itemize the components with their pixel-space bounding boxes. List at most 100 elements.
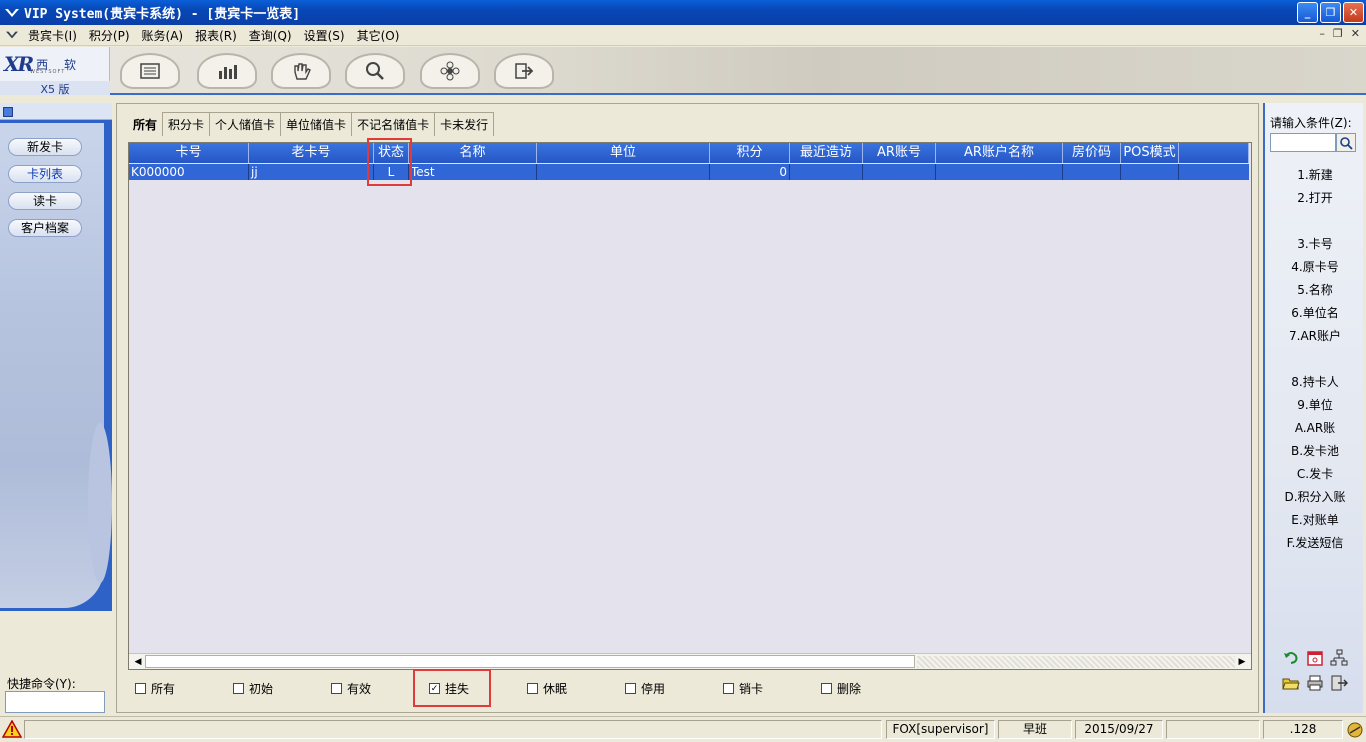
filter-deleted[interactable]: 删除 (821, 680, 861, 697)
window-title: VIP System(贵宾卡系统) - [贵宾卡一览表] (24, 7, 301, 22)
menu-query[interactable]: 查询(Q) (243, 27, 298, 44)
menu-other[interactable]: 其它(O) (351, 27, 406, 44)
action-statement[interactable]: E.对账单 (1265, 511, 1365, 528)
tab-personal-stored-value[interactable]: 个人储值卡 (209, 112, 282, 136)
tool-exit-button[interactable] (494, 53, 554, 89)
search-condition-input[interactable] (1270, 133, 1336, 152)
cell-ar-account (863, 164, 936, 180)
checkbox[interactable] (331, 683, 342, 694)
tool-chart-button[interactable] (197, 53, 257, 89)
col-points[interactable]: 积分 (710, 143, 790, 163)
logo-area: XR 西 软 WESTSOFT X5 版 (0, 47, 110, 96)
horizontal-scrollbar[interactable]: ◀ ▶ (129, 653, 1251, 669)
mdi-close-button[interactable]: ✕ (1351, 27, 1360, 40)
tab-unissued[interactable]: 卡未发行 (434, 112, 495, 136)
action-company-name[interactable]: 6.单位名 (1265, 304, 1365, 321)
card-grid[interactable]: 卡号 老卡号 状态 名称 单位 积分 最近造访 AR账号 AR账户名称 房价码 … (128, 142, 1252, 670)
nav-new-card[interactable]: 新发卡 (8, 138, 82, 156)
action-new[interactable]: 1.新建 (1265, 166, 1365, 183)
action-original-card-no[interactable]: 4.原卡号 (1265, 258, 1365, 275)
action-ar-ledger[interactable]: A.AR账 (1265, 419, 1365, 436)
col-ar-account[interactable]: AR账号 (863, 143, 936, 163)
tool-list-button[interactable] (120, 53, 180, 89)
action-ar-account[interactable]: 7.AR账户 (1265, 327, 1365, 344)
nav-customer-profile[interactable]: 客户档案 (8, 219, 82, 237)
filter-cancelled[interactable]: 销卡 (723, 680, 763, 697)
minimize-button[interactable]: _ (1297, 2, 1318, 23)
filter-valid[interactable]: 有效 (331, 680, 371, 697)
cell-last-visit (790, 164, 863, 180)
left-nav-panel: 新发卡 卡列表 读卡 客户档案 (0, 123, 112, 608)
col-ar-account-name[interactable]: AR账户名称 (936, 143, 1063, 163)
action-company[interactable]: 9.单位 (1265, 396, 1365, 413)
tab-company-stored-value[interactable]: 单位储值卡 (280, 112, 353, 136)
col-old-card-no[interactable]: 老卡号 (249, 143, 374, 163)
status-filters: 所有 初始 有效 ✓ 挂失 休眠 停用 销卡 删除 (135, 680, 1245, 700)
action-points-posting[interactable]: D.积分入账 (1265, 488, 1365, 505)
cell-company (537, 164, 710, 180)
action-open[interactable]: 2.打开 (1265, 189, 1365, 206)
col-rate-code[interactable]: 房价码 (1063, 143, 1121, 163)
close-button[interactable]: ✕ (1343, 2, 1364, 23)
col-card-no[interactable]: 卡号 (129, 143, 249, 163)
restore-button[interactable]: ❐ (1320, 2, 1341, 23)
menu-app-icon[interactable] (4, 27, 20, 43)
action-card-pool[interactable]: B.发卡池 (1265, 442, 1365, 459)
quick-command-input[interactable] (5, 691, 105, 713)
filter-suspended[interactable]: 停用 (625, 680, 665, 697)
cell-rate-code (1063, 164, 1121, 180)
menu-settings[interactable]: 设置(S) (298, 27, 351, 44)
menu-points[interactable]: 积分(P) (83, 27, 136, 44)
nav-card-list[interactable]: 卡列表 (8, 165, 82, 183)
action-issue-card[interactable]: C.发卡 (1265, 465, 1365, 482)
tool-flower-button[interactable] (420, 53, 480, 89)
cell-pos-mode (1121, 164, 1179, 180)
nav-read-card[interactable]: 读卡 (8, 192, 82, 210)
scroll-left-icon[interactable]: ◀ (131, 655, 145, 669)
exit-icon[interactable] (1329, 673, 1349, 693)
checkbox[interactable] (135, 683, 146, 694)
table-row[interactable]: K000000 jj L Test 0 (129, 164, 1249, 180)
network-icon (1347, 722, 1363, 738)
title-bar: VIP System(贵宾卡系统) - [贵宾卡一览表] _ ❐ ✕ (0, 0, 1366, 25)
checkbox[interactable] (625, 683, 636, 694)
cell-name: Test (409, 164, 537, 180)
action-send-sms[interactable]: F.发送短信 (1265, 534, 1365, 551)
action-card-no[interactable]: 3.卡号 (1265, 235, 1365, 252)
menu-vipcard[interactable]: 贵宾卡(I) (22, 27, 83, 44)
tree-icon[interactable] (1329, 648, 1349, 668)
scroll-right-icon[interactable]: ▶ (1235, 655, 1249, 669)
filter-initial[interactable]: 初始 (233, 680, 273, 697)
folder-open-icon[interactable] (1281, 673, 1301, 693)
grid-header: 卡号 老卡号 状态 名称 单位 积分 最近造访 AR账号 AR账户名称 房价码 … (129, 143, 1249, 163)
checkbox[interactable] (821, 683, 832, 694)
calendar-icon[interactable] (1305, 648, 1325, 668)
tab-anonymous-stored-value[interactable]: 不记名储值卡 (351, 112, 436, 136)
checkbox[interactable] (527, 683, 538, 694)
col-last-visit[interactable]: 最近造访 (790, 143, 863, 163)
scroll-thumb[interactable] (145, 655, 915, 668)
mdi-restore-button[interactable]: ❐ (1333, 27, 1343, 40)
mdi-minimize-button[interactable]: – (1319, 27, 1325, 40)
action-name[interactable]: 5.名称 (1265, 281, 1365, 298)
checkbox[interactable] (723, 683, 734, 694)
tool-search-button[interactable] (345, 53, 405, 89)
col-pos-mode[interactable]: POS模式 (1121, 143, 1179, 163)
undo-icon[interactable] (1281, 648, 1301, 668)
checkbox[interactable] (233, 683, 244, 694)
col-company[interactable]: 单位 (537, 143, 710, 163)
action-cardholder[interactable]: 8.持卡人 (1265, 373, 1365, 390)
collapse-icon[interactable] (3, 107, 13, 117)
tool-hand-button[interactable] (271, 53, 331, 89)
print-icon[interactable] (1305, 673, 1325, 693)
col-name[interactable]: 名称 (409, 143, 537, 163)
filter-all[interactable]: 所有 (135, 680, 175, 697)
menu-reports[interactable]: 报表(R) (189, 27, 243, 44)
chart-icon (219, 65, 237, 79)
filter-dormant[interactable]: 休眠 (527, 680, 567, 697)
search-button[interactable] (1336, 133, 1356, 152)
tab-all[interactable]: 所有 (127, 112, 164, 136)
menu-accounts[interactable]: 账务(A) (136, 27, 190, 44)
status-bar: FOX[supervisor] 早班 2015/09/27 .128 (0, 716, 1366, 742)
tab-points-card[interactable]: 积分卡 (162, 112, 211, 136)
